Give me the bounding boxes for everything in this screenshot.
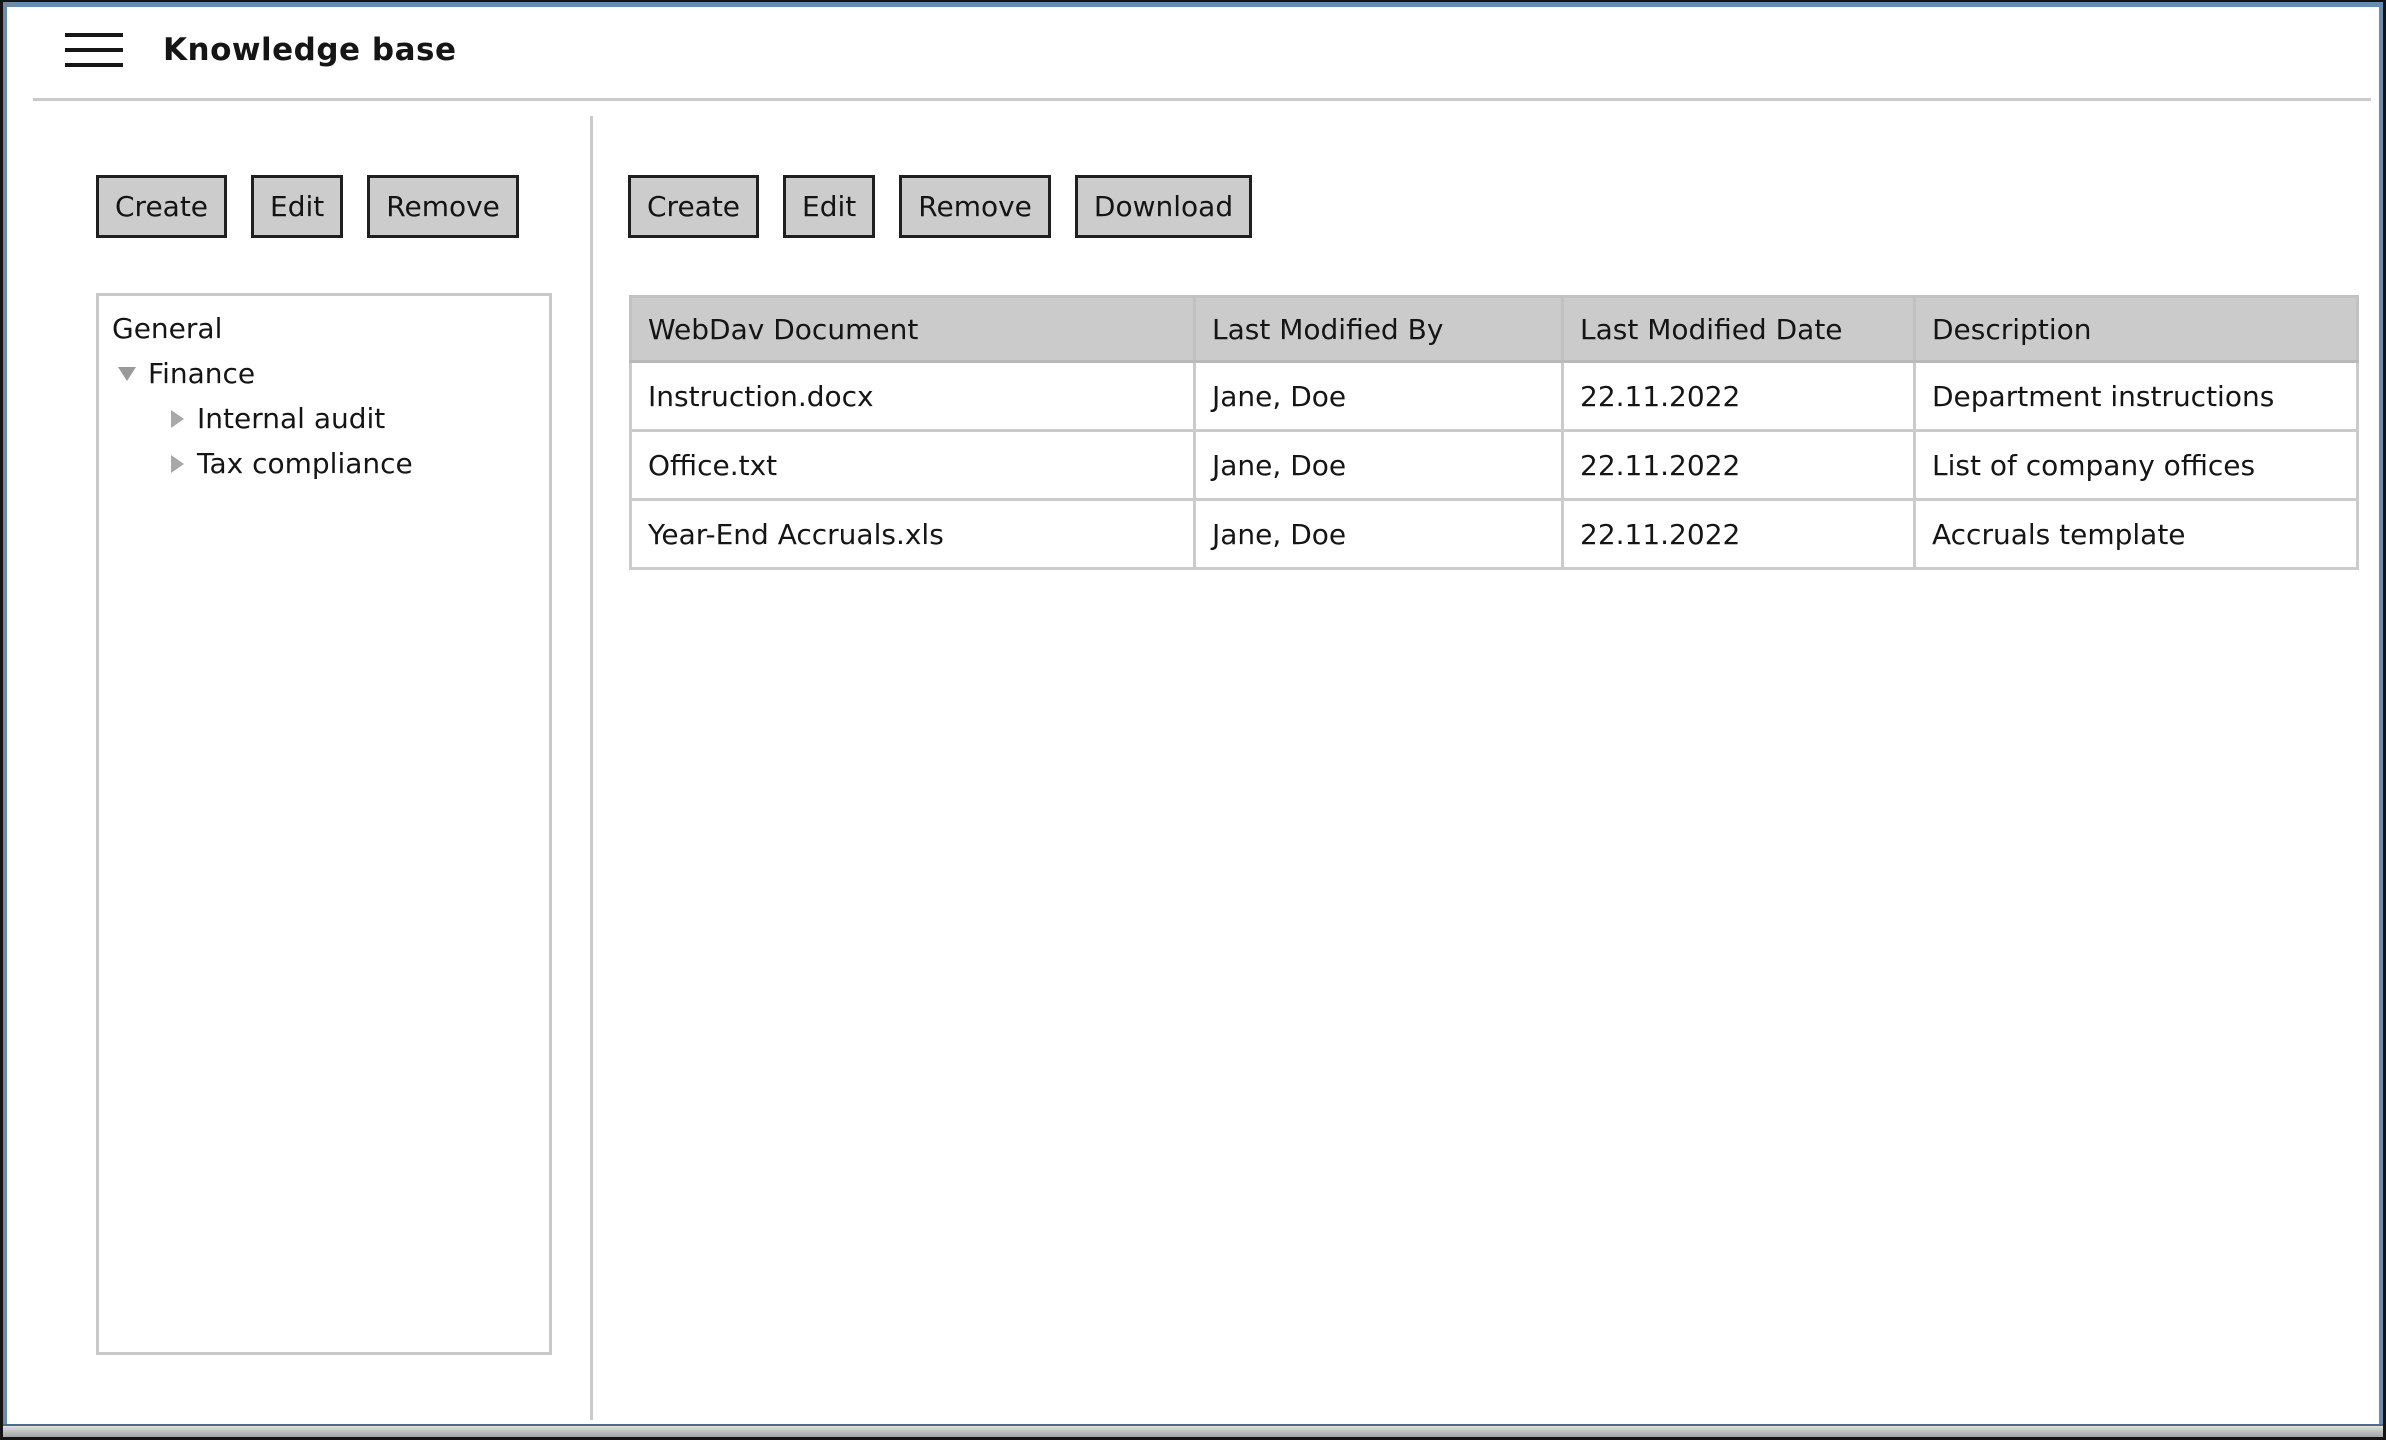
category-edit-button[interactable]: Edit [251, 175, 343, 238]
table-row[interactable]: Year-End Accruals.xls Jane, Doe 22.11.20… [631, 500, 2358, 569]
page-title: Knowledge base [163, 32, 456, 68]
hamburger-bar [65, 63, 123, 67]
panel-divider [590, 116, 593, 1420]
cell-description: Department instructions [1915, 362, 2358, 431]
horizontal-scrollbar[interactable] [3, 1424, 2383, 1437]
hamburger-bar [65, 48, 123, 52]
table-row[interactable]: Office.txt Jane, Doe 22.11.2022 List of … [631, 431, 2358, 500]
tree-item-tax-compliance[interactable]: Tax compliance [99, 441, 549, 486]
cell-last-modified-by: Jane, Doe [1195, 500, 1563, 569]
column-header-last-modified-date: Last Modified Date [1563, 297, 1915, 362]
table-header-row: WebDav Document Last Modified By Last Mo… [631, 297, 2358, 362]
category-tree: General Finance Internal audit Tax compl… [96, 293, 552, 1355]
triangle-down-icon[interactable] [118, 367, 136, 381]
knowledge-base-window: Knowledge base Create Edit Remove Genera… [0, 0, 2386, 1440]
category-remove-button[interactable]: Remove [367, 175, 519, 238]
document-create-button[interactable]: Create [628, 175, 759, 238]
tree-item-general[interactable]: General [99, 306, 549, 351]
categories-toolbar: Create Edit Remove [96, 175, 519, 238]
cell-document-name: Office.txt [631, 431, 1195, 500]
header-divider [33, 98, 2371, 101]
cell-last-modified-date: 22.11.2022 [1563, 431, 1915, 500]
table-row[interactable]: Instruction.docx Jane, Doe 22.11.2022 De… [631, 362, 2358, 431]
triangle-right-icon[interactable] [171, 455, 184, 473]
tree-item-label: General [112, 312, 222, 345]
tree-item-finance[interactable]: Finance [99, 351, 549, 396]
cell-last-modified-by: Jane, Doe [1195, 362, 1563, 431]
column-header-description: Description [1915, 297, 2358, 362]
documents-toolbar: Create Edit Remove Download [628, 175, 1252, 238]
column-header-webdav-document: WebDav Document [631, 297, 1195, 362]
hamburger-menu-icon[interactable] [65, 33, 123, 67]
document-download-button[interactable]: Download [1075, 175, 1252, 238]
cell-description: Accruals template [1915, 500, 2358, 569]
document-edit-button[interactable]: Edit [783, 175, 875, 238]
cell-last-modified-date: 22.11.2022 [1563, 362, 1915, 431]
column-header-last-modified-by: Last Modified By [1195, 297, 1563, 362]
document-remove-button[interactable]: Remove [899, 175, 1051, 238]
cell-last-modified-by: Jane, Doe [1195, 431, 1563, 500]
tree-item-label: Internal audit [197, 402, 385, 435]
cell-last-modified-date: 22.11.2022 [1563, 500, 1915, 569]
triangle-right-icon[interactable] [171, 410, 184, 428]
cell-document-name: Instruction.docx [631, 362, 1195, 431]
tree-item-label: Tax compliance [197, 447, 413, 480]
tree-item-internal-audit[interactable]: Internal audit [99, 396, 549, 441]
documents-table: WebDav Document Last Modified By Last Mo… [629, 295, 2359, 570]
hamburger-bar [65, 33, 123, 37]
tree-item-label: Finance [148, 357, 255, 390]
cell-document-name: Year-End Accruals.xls [631, 500, 1195, 569]
cell-description: List of company offices [1915, 431, 2358, 500]
category-create-button[interactable]: Create [96, 175, 227, 238]
